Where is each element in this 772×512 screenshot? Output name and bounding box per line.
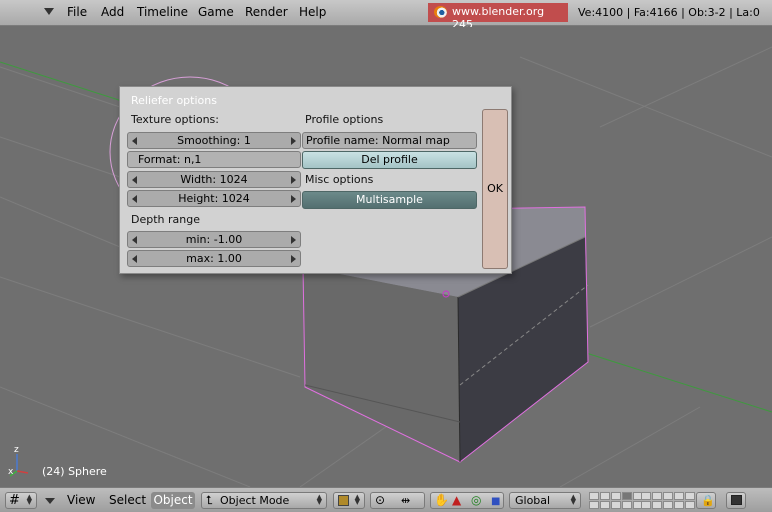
menu-help[interactable]: Help (299, 5, 326, 19)
menu-collapse-icon[interactable] (44, 8, 54, 15)
render-preview-button[interactable] (726, 492, 746, 509)
decrement-arrow-icon[interactable] (132, 236, 137, 244)
depth-min-field[interactable]: min: -1.00 (127, 231, 301, 248)
axis-x-label: x (8, 467, 14, 477)
draw-type-select[interactable]: ▲ ▼ (333, 492, 365, 509)
bottom-header: # ▲ ▼ View Select Object ⮤ Object Mode ▲ ▼… (0, 487, 772, 512)
format-field[interactable]: Format: n,1 (127, 151, 301, 168)
layer-buttons-left[interactable] (589, 492, 643, 509)
dialog-title: Reliefer options (131, 94, 217, 107)
updown-icon: ▲ ▼ (354, 493, 360, 506)
multisample-label: Multisample (356, 193, 423, 206)
object-menu[interactable]: Object (151, 492, 195, 509)
cube-left-face (303, 267, 460, 462)
lock-layer-button[interactable]: 🔒 (696, 492, 716, 509)
active-object-label: (24) Sphere (42, 465, 107, 478)
menu-game[interactable]: Game (198, 5, 234, 19)
profile-name-value: Profile name: Normal map (306, 134, 450, 147)
menu-add[interactable]: Add (101, 5, 124, 19)
manipulator-group[interactable]: ✋ ▲ ◎ ■ (430, 492, 504, 509)
depth-range-label: Depth range (131, 213, 200, 226)
mode-select[interactable]: ⮤ Object Mode ▲ ▼ (201, 492, 327, 509)
grid-icon: # (9, 493, 20, 508)
decrement-arrow-icon[interactable] (132, 176, 137, 184)
profile-name-field[interactable]: Profile name: Normal map (302, 132, 477, 149)
view-menu[interactable]: View (67, 493, 95, 507)
width-value: Width: 1024 (180, 173, 248, 186)
decrement-arrow-icon[interactable] (132, 195, 137, 203)
scale-icon[interactable]: ■ (491, 494, 500, 509)
orientation-select[interactable]: Global ▲ ▼ (509, 492, 581, 509)
width-field[interactable]: Width: 1024 (127, 171, 301, 188)
top-menu-bar: File Add Timeline Game Render Help www.b… (0, 0, 772, 31)
orientation-value: Global (515, 494, 551, 507)
object-menu-label: Object (153, 493, 193, 507)
editor-type-select[interactable]: # ▲ ▼ (5, 492, 37, 509)
rotate-icon[interactable]: ◎ (471, 493, 481, 508)
menu-timeline[interactable]: Timeline (137, 5, 188, 19)
mode-select-value: Object Mode (220, 494, 290, 507)
menu-render[interactable]: Render (245, 5, 288, 19)
blender-site-link[interactable]: www.blender.org 245 (428, 3, 568, 31)
layer-buttons-right[interactable] (641, 492, 695, 509)
translate-icon[interactable]: ▲ (452, 493, 461, 508)
ok-button[interactable]: OK (482, 109, 508, 269)
hand-icon[interactable]: ✋ (434, 493, 449, 508)
updown-icon: ▲ ▼ (570, 493, 576, 506)
increment-arrow-icon[interactable] (291, 137, 296, 145)
decrement-arrow-icon[interactable] (132, 137, 137, 145)
x-axis-line (0, 61, 126, 103)
depth-max-value: max: 1.00 (186, 252, 242, 265)
height-field[interactable]: Height: 1024 (127, 190, 301, 207)
multisample-toggle[interactable]: Multisample (302, 191, 477, 209)
texture-options-label: Texture options: (131, 113, 219, 126)
increment-arrow-icon[interactable] (291, 255, 296, 263)
increment-arrow-icon[interactable] (291, 236, 296, 244)
ok-label: OK (487, 182, 503, 195)
image-icon (731, 495, 742, 505)
pivot-icon: ⊙ (375, 493, 386, 507)
del-profile-button[interactable]: Del profile (302, 151, 477, 169)
lock-icon: 🔒 (701, 494, 715, 507)
updown-icon: ▲ ▼ (316, 493, 322, 506)
scene-stats: Ve:4100 | Fa:4166 | Ob:3-2 | La:0 (578, 6, 760, 19)
smoothing-value: Smoothing: 1 (177, 134, 251, 147)
decrement-arrow-icon[interactable] (132, 255, 137, 263)
depth-max-field[interactable]: max: 1.00 (127, 250, 301, 267)
axis-z-label: z (14, 445, 19, 455)
depth-min-value: min: -1.00 (185, 233, 243, 246)
solid-cube-icon (338, 495, 349, 506)
height-value: Height: 1024 (178, 192, 250, 205)
del-profile-label: Del profile (361, 153, 418, 166)
increment-arrow-icon[interactable] (291, 195, 296, 203)
select-menu[interactable]: Select (109, 493, 146, 507)
reliefer-options-dialog: Reliefer options Texture options: Smooth… (119, 86, 512, 274)
menu-file[interactable]: File (67, 5, 87, 19)
smoothing-field[interactable]: Smoothing: 1 (127, 132, 301, 149)
blender-logo-icon (434, 6, 447, 18)
updown-icon: ▲ ▼ (26, 493, 32, 506)
pivot-select[interactable]: ⊙ ⇹ (370, 492, 425, 509)
snap-icon: ⇹ (401, 494, 411, 507)
object-mode-icon: ⮤ (206, 493, 214, 507)
profile-options-label: Profile options (305, 113, 384, 126)
increment-arrow-icon[interactable] (291, 176, 296, 184)
header-collapse-icon[interactable] (45, 498, 55, 504)
format-value: Format: n,1 (138, 153, 202, 166)
misc-options-label: Misc options (305, 173, 374, 186)
